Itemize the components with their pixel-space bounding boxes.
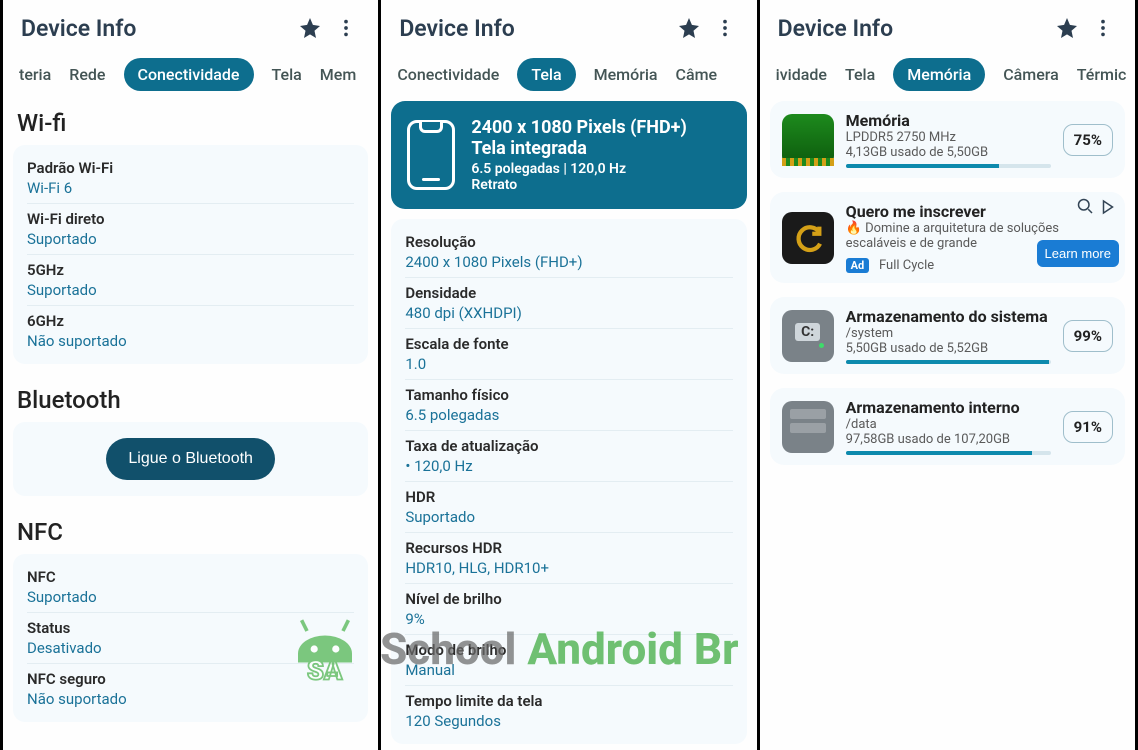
memory-progress: [846, 164, 1051, 168]
tab-memoria[interactable]: Memória: [594, 65, 658, 84]
tab-tela[interactable]: Tela: [517, 58, 575, 91]
nfc-card: NFC Suportado Status Desativado NFC segu…: [13, 554, 368, 722]
ad-brand-name: Full Cycle: [879, 258, 934, 273]
tab-bateria[interactable]: teria: [19, 65, 51, 84]
tab-camera[interactable]: Câmera: [1003, 65, 1059, 84]
system-storage-card[interactable]: C: Armazenamento do sistema /system 5,50…: [770, 297, 1125, 374]
tab-tela[interactable]: Tela: [272, 65, 302, 84]
wifi-row-5ghz: 5GHz Suportado: [27, 254, 354, 305]
hero-size-hz: 6.5 polegadas | 120,0 Hz: [471, 161, 686, 177]
bluetooth-card: Ligue o Bluetooth: [13, 422, 368, 496]
nfc-heading: NFC: [13, 510, 368, 554]
internal-progress: [846, 451, 1051, 455]
drive-icon: C:: [782, 310, 834, 362]
wifi-card: Padrão Wi-Fi Wi-Fi 6 Wi-Fi direto Suport…: [13, 145, 368, 364]
tab-camera[interactable]: Câme: [676, 65, 718, 84]
ad-learn-more-button[interactable]: Learn more: [1037, 240, 1119, 267]
tab-memoria[interactable]: Mem: [320, 65, 357, 84]
server-icon: [782, 401, 834, 453]
tab-conectividade[interactable]: ividade: [776, 65, 827, 84]
panel-screen: Device Info Conectividade Tela Memória C…: [378, 0, 759, 750]
nfc-row-nfc: NFC Suportado: [27, 562, 354, 612]
wifi-row-direct: Wi-Fi direto Suportado: [27, 203, 354, 254]
hero-orientation: Retrato: [471, 177, 686, 193]
content: 2400 x 1080 Pixels (FHD+) Tela integrada…: [381, 101, 756, 750]
content: Memória LPDDR5 2750 MHz 4,13GB usado de …: [760, 101, 1135, 750]
hero-resolution: 2400 x 1080 Pixels (FHD+): [471, 117, 686, 138]
appbar-title: Device Info: [399, 15, 666, 42]
overflow-menu-icon[interactable]: [711, 14, 739, 42]
tabs: Conectividade Tela Memória Câme: [381, 52, 756, 101]
appbar: Device Info: [3, 0, 378, 52]
nfc-row-secure: NFC seguro Não suportado: [27, 663, 354, 714]
overflow-menu-icon[interactable]: [332, 14, 360, 42]
bluetooth-heading: Bluetooth: [13, 378, 368, 422]
panel-memory: Device Info ividade Tela Memória Câmera …: [757, 0, 1138, 750]
appbar-title: Device Info: [778, 15, 1045, 42]
ad-brand-icon: [782, 212, 834, 264]
system-percent-badge: 99%: [1063, 320, 1113, 352]
ram-icon: [782, 114, 834, 166]
appbar-title: Device Info: [21, 15, 288, 42]
tabs: ividade Tela Memória Câmera Térmic: [760, 52, 1135, 101]
star-icon[interactable]: [675, 14, 703, 42]
internal-percent-badge: 91%: [1063, 411, 1113, 443]
memory-percent-badge: 75%: [1063, 124, 1113, 156]
overflow-menu-icon[interactable]: [1089, 14, 1117, 42]
nfc-row-status: Status Desativado: [27, 612, 354, 663]
ad-info-icon[interactable]: [1077, 198, 1095, 220]
tab-memoria[interactable]: Memória: [893, 58, 985, 91]
memory-card[interactable]: Memória LPDDR5 2750 MHz 4,13GB usado de …: [770, 101, 1125, 178]
tab-termico[interactable]: Térmic: [1077, 65, 1127, 84]
wifi-row-standard: Padrão Wi-Fi Wi-Fi 6: [27, 153, 354, 203]
tab-conectividade[interactable]: Conectividade: [124, 58, 254, 91]
system-progress: [846, 360, 1051, 364]
ad-card[interactable]: Quero me inscrever 🔥 Domine a arquitetur…: [770, 192, 1125, 283]
ad-close-icon[interactable]: [1099, 198, 1117, 220]
screen-details-card: Resolução2400 x 1080 Pixels (FHD+) Densi…: [391, 219, 746, 744]
ad-badge: Ad: [846, 258, 870, 273]
star-icon[interactable]: [296, 14, 324, 42]
hero-display-name: Tela integrada: [471, 138, 686, 159]
tab-rede[interactable]: Rede: [69, 65, 105, 84]
panel-connectivity: Device Info teria Rede Conectividade Tel…: [0, 0, 381, 750]
appbar: Device Info: [381, 0, 756, 52]
wifi-row-6ghz: 6GHz Não suportado: [27, 305, 354, 356]
content: Wi-fi Padrão Wi-Fi Wi-Fi 6 Wi-Fi direto …: [3, 101, 378, 750]
tab-tela[interactable]: Tela: [845, 65, 875, 84]
star-icon[interactable]: [1053, 14, 1081, 42]
tabs: teria Rede Conectividade Tela Mem: [3, 52, 378, 101]
turn-on-bluetooth-button[interactable]: Ligue o Bluetooth: [106, 438, 275, 480]
phone-icon: [407, 120, 455, 190]
internal-storage-card[interactable]: Armazenamento interno /data 97,58GB usad…: [770, 388, 1125, 465]
wifi-heading: Wi-fi: [13, 101, 368, 145]
tab-conectividade[interactable]: Conectividade: [397, 65, 499, 84]
appbar: Device Info: [760, 0, 1135, 52]
screen-hero-card: 2400 x 1080 Pixels (FHD+) Tela integrada…: [391, 101, 746, 209]
